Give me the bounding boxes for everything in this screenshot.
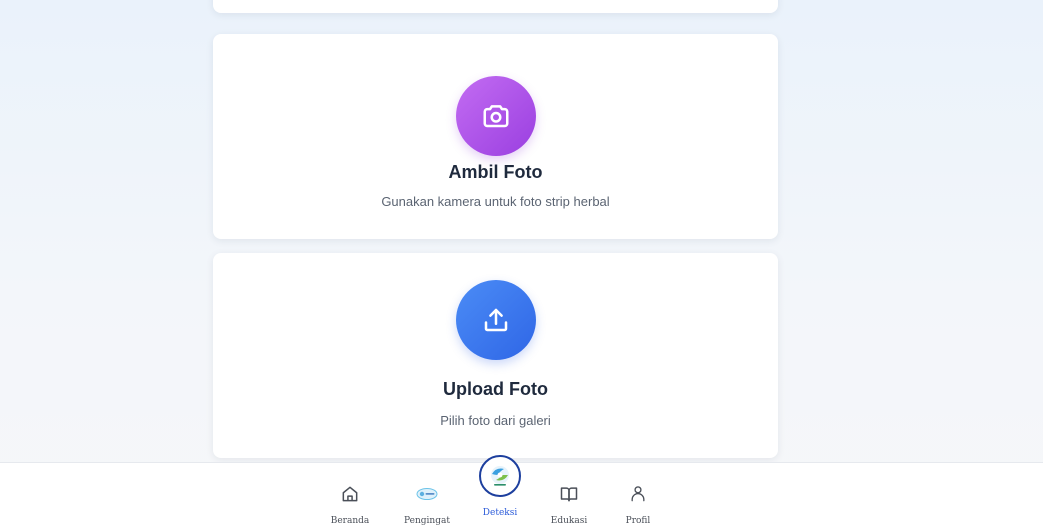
nav-item-beranda[interactable]: Beranda xyxy=(320,463,380,532)
take-photo-card[interactable]: Ambil Foto Gunakan kamera untuk foto str… xyxy=(213,34,778,239)
take-photo-title: Ambil Foto xyxy=(448,162,543,182)
deteksi-logo-icon xyxy=(491,466,509,486)
nav-label-beranda: Beranda xyxy=(330,516,370,526)
nav-item-deteksi[interactable]: Deteksi xyxy=(467,455,533,532)
nav-label-profil: Profil xyxy=(625,516,651,526)
take-photo-description: Gunakan kamera untuk foto strip herbal xyxy=(381,194,610,209)
camera-icon-circle xyxy=(455,76,536,156)
nav-label-edukasi: Edukasi xyxy=(550,516,588,526)
book-icon xyxy=(558,483,580,505)
upload-photo-title: Upload Foto xyxy=(443,379,548,399)
camera-icon xyxy=(483,105,508,128)
nav-item-pengingat[interactable]: Pengingat xyxy=(397,463,457,532)
bottom-navigation: Beranda Pengingat Deteksi Edukasi Profil xyxy=(0,455,1043,532)
main-content: Ambil Foto Gunakan kamera untuk foto str… xyxy=(0,0,1043,462)
pengingat-logo-icon xyxy=(416,483,438,505)
upload-photo-description: Pilih foto dari galeri xyxy=(440,413,551,428)
upload-icon xyxy=(484,308,507,332)
nav-item-edukasi[interactable]: Edukasi xyxy=(539,463,599,532)
previous-card xyxy=(213,0,778,13)
nav-label-deteksi: Deteksi xyxy=(482,508,518,518)
upload-photo-card[interactable]: Upload Foto Pilih foto dari galeri xyxy=(213,253,778,458)
nav-label-pengingat: Pengingat xyxy=(404,516,450,526)
user-icon xyxy=(627,483,649,505)
upload-icon-circle xyxy=(455,280,536,360)
home-icon xyxy=(339,483,361,505)
nav-item-profil[interactable]: Profil xyxy=(608,463,668,532)
deteksi-active-ring xyxy=(479,455,521,497)
